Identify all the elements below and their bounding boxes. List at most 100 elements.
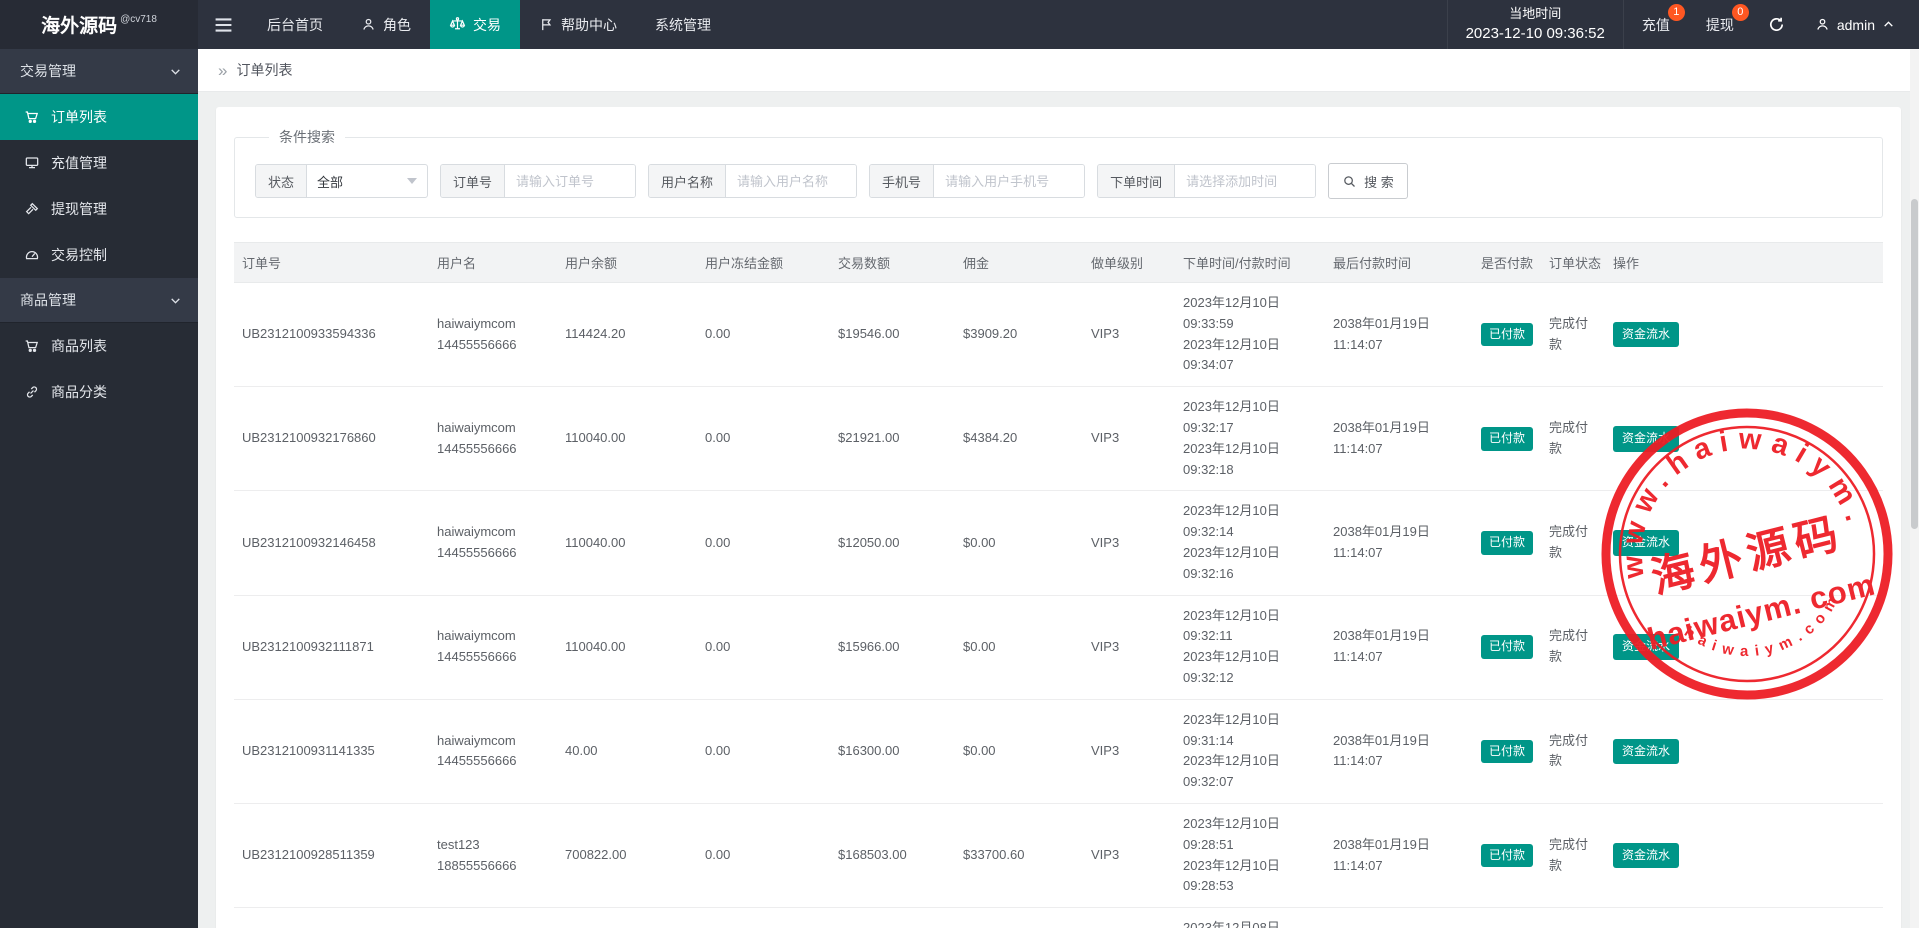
withdraw-nav-button[interactable]: 提现 0 — [1688, 0, 1752, 49]
cell-frozen: 0.00 — [697, 491, 830, 595]
cell-frozen: 0.00 — [697, 699, 830, 803]
fund-flow-button[interactable]: 资金流水 — [1613, 426, 1679, 452]
chevron-down-icon — [169, 294, 182, 307]
cell-paid: 已付款 — [1473, 595, 1541, 699]
orders-table: 订单号用户名用户余额用户冻结金额交易数额佣金做单级别下单时间/付款时间最后付款时… — [234, 242, 1883, 928]
cell-order_time: 2023年12月10日 09:32:14 2023年12月10日 09:32:1… — [1175, 491, 1325, 595]
column-header-paid: 是否付款 — [1473, 243, 1541, 283]
fund-flow-button[interactable]: 资金流水 — [1613, 634, 1679, 660]
filter-row: 状态 全部 订单号 用户名称 手机号 — [255, 163, 1882, 199]
sidebar-group-goods[interactable]: 商品管理 — [0, 278, 198, 323]
recharge-nav-button[interactable]: 充值 1 — [1624, 0, 1688, 49]
cell-commission: $30721.80 — [955, 908, 1083, 928]
orders-table-body: UB2312100933594336haiwaiymcom 1445555666… — [234, 283, 1883, 928]
cell-action: 资金流水 — [1605, 491, 1883, 595]
cell-order_no: UB2312100932176860 — [234, 387, 429, 491]
sidebar-toggle-button[interactable] — [198, 0, 248, 49]
admin-name: admin — [1837, 17, 1875, 33]
nav-item-roles[interactable]: 角色 — [342, 0, 430, 49]
sidebar-item-goods-category[interactable]: 商品分类 — [0, 369, 198, 415]
cell-frozen: 0.00 — [697, 387, 830, 491]
fund-flow-button[interactable]: 资金流水 — [1613, 843, 1679, 869]
sidebar-item-withdraw[interactable]: 提现管理 — [0, 186, 198, 232]
cell-status: 完成付款 — [1541, 283, 1605, 387]
nav-item-system[interactable]: 系统管理 — [636, 0, 730, 49]
app-logo-sup: @cv718 — [120, 14, 157, 25]
cell-status: 完成付款 — [1541, 699, 1605, 803]
withdraw-count-badge: 0 — [1732, 4, 1749, 21]
order-no-input[interactable] — [505, 165, 635, 197]
cell-order_no: UB2312100932146458 — [234, 491, 429, 595]
sidebar-item-trade-control[interactable]: 交易控制 — [0, 232, 198, 278]
cell-order_time: 2023年12月10日 09:28:51 2023年12月10日 09:28:5… — [1175, 803, 1325, 907]
paid-status-badge: 已付款 — [1481, 635, 1533, 659]
paid-status-badge: 已付款 — [1481, 427, 1533, 451]
order-time-input[interactable] — [1175, 165, 1315, 197]
cell-paid: 已付款 — [1473, 908, 1541, 928]
content-card: 条件搜索 状态 全部 订单号 用户名称 — [216, 107, 1901, 928]
refresh-button[interactable] — [1752, 0, 1801, 49]
cell-action: 资金流水 — [1605, 803, 1883, 907]
cell-action: 资金流水 — [1605, 699, 1883, 803]
table-row: UB2312100932176860haiwaiymcom 1445555666… — [234, 387, 1883, 491]
sidebar-item-order-list[interactable]: 订单列表 — [0, 94, 198, 140]
sidebar-group-trade[interactable]: 交易管理 — [0, 49, 198, 94]
app-logo: 海外源码 @cv718 — [0, 0, 198, 49]
cell-status: 完成付款 — [1541, 387, 1605, 491]
gauge-icon — [24, 247, 40, 263]
gavel-icon — [24, 201, 40, 217]
cell-order_no: UB2312081432569266 — [234, 908, 429, 928]
cell-balance: 40.00 — [557, 699, 697, 803]
column-header-amount: 交易数额 — [830, 243, 955, 283]
cell-last_pay_time: 2038年01月19日 11:14:07 — [1325, 387, 1473, 491]
user-icon — [1815, 17, 1830, 32]
billboard-icon — [24, 155, 40, 171]
cell-action: 资金流水 — [1605, 908, 1883, 928]
cell-commission: $0.00 — [955, 699, 1083, 803]
column-header-order_time: 下单时间/付款时间 — [1175, 243, 1325, 283]
admin-menu[interactable]: admin — [1801, 0, 1919, 49]
fund-flow-button[interactable]: 资金流水 — [1613, 530, 1679, 556]
breadcrumb: » 订单列表 — [198, 49, 1919, 92]
navbar-spacer — [730, 0, 1447, 49]
sidebar-item-goods-list[interactable]: 商品列表 — [0, 323, 198, 369]
scales-icon — [449, 16, 466, 33]
search-icon — [1342, 174, 1357, 189]
user-name-input[interactable] — [726, 165, 856, 197]
cell-commission: $0.00 — [955, 491, 1083, 595]
status-select[interactable]: 全部 — [307, 165, 427, 197]
nav-item-help[interactable]: 帮助中心 — [520, 0, 636, 49]
cell-level: VIP3 — [1083, 595, 1175, 699]
cell-paid: 已付款 — [1473, 283, 1541, 387]
local-time-block: 当地时间 2023-12-10 09:36:52 — [1447, 0, 1624, 49]
cell-order_time: 2023年12月10日 09:33:59 2023年12月10日 09:34:0… — [1175, 283, 1325, 387]
cell-amount: $12050.00 — [830, 491, 955, 595]
cell-commission: $0.00 — [955, 595, 1083, 699]
cell-level: VIP3 — [1083, 283, 1175, 387]
cell-amount: $21921.00 — [830, 387, 955, 491]
cell-last_pay_time: 2038年01月19日 11:14:07 — [1325, 699, 1473, 803]
nav-item-trade[interactable]: 交易 — [430, 0, 520, 49]
fund-flow-button[interactable]: 资金流水 — [1613, 739, 1679, 765]
column-header-action: 操作 — [1605, 243, 1883, 283]
cell-last_pay_time: 2038年01月19日 11:14:07 — [1325, 283, 1473, 387]
local-time-value: 2023-12-10 09:36:52 — [1466, 23, 1605, 46]
phone-input[interactable] — [934, 165, 1084, 197]
column-header-frozen: 用户冻结金额 — [697, 243, 830, 283]
refresh-icon — [1768, 16, 1785, 33]
scrollbar-thumb[interactable] — [1911, 199, 1918, 529]
double-angle-icon: » — [218, 62, 227, 79]
phone-label: 手机号 — [870, 165, 934, 197]
chevron-down-icon — [169, 65, 182, 78]
cell-amount: $153609.00 — [830, 908, 955, 928]
cell-commission: $4384.20 — [955, 387, 1083, 491]
page-scrollbar[interactable] — [1910, 49, 1919, 928]
nav-item-dashboard[interactable]: 后台首页 — [248, 0, 342, 49]
search-button[interactable]: 搜 索 — [1328, 163, 1408, 199]
cell-order_time: 2023年12月10日 09:32:17 2023年12月10日 09:32:1… — [1175, 387, 1325, 491]
cell-order_time: 2023年12月08日 14:32:56 2023年12月08日 14:33:0… — [1175, 908, 1325, 928]
sidebar-item-recharge[interactable]: 充值管理 — [0, 140, 198, 186]
sidebar: 交易管理 订单列表 充值管理 提现管理 交易控制 商品管理 — [0, 49, 198, 928]
fund-flow-button[interactable]: 资金流水 — [1613, 322, 1679, 348]
table-row: UB2312100928511359test123 18855556666700… — [234, 803, 1883, 907]
